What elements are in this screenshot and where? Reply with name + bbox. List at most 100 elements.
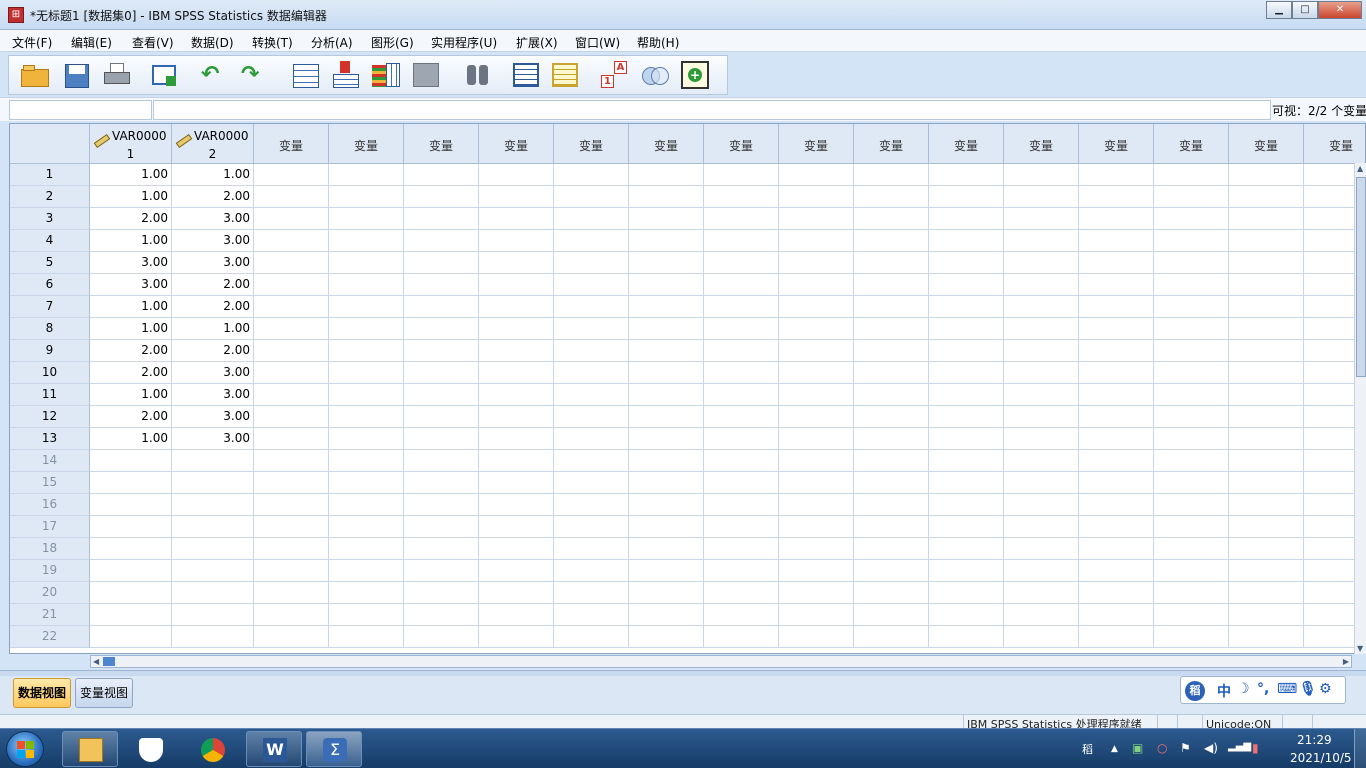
data-cell[interactable] [254,538,329,560]
data-cell[interactable] [254,230,329,252]
data-cell[interactable] [254,296,329,318]
data-cell[interactable] [629,582,704,604]
data-cell[interactable] [404,516,479,538]
clock-date[interactable]: 2021/10/5 [1290,751,1352,765]
tab-data-view[interactable]: 数据视图 [13,678,72,708]
data-cell[interactable] [404,538,479,560]
data-cell[interactable] [1229,428,1304,450]
data-cell[interactable] [854,186,929,208]
data-cell[interactable]: 1.00 [90,384,172,406]
data-cell[interactable] [779,274,854,296]
data-cell[interactable] [704,450,779,472]
data-cell[interactable] [704,538,779,560]
spss-table-icon[interactable]: ⊞ [8,7,24,23]
data-cell[interactable] [929,582,1004,604]
moon-icon[interactable]: ☽ [1237,681,1250,697]
data-cell[interactable] [254,604,329,626]
data-cell[interactable] [1154,626,1229,648]
data-cell[interactable] [554,428,629,450]
data-cell[interactable] [479,362,554,384]
row-header[interactable]: 17 [10,516,90,538]
data-cell[interactable] [1004,494,1079,516]
data-cell[interactable] [1079,252,1154,274]
data-cell[interactable] [929,274,1004,296]
horizontal-scroll-thumb[interactable] [103,657,115,666]
menu-file[interactable]: 文件(F) [12,34,52,51]
sync-icon[interactable]: ○ [1157,741,1167,755]
data-cell[interactable]: 1.00 [172,164,254,186]
data-cell[interactable] [854,472,929,494]
menu-graphs[interactable]: 图形(G) [371,34,414,51]
data-cell[interactable] [404,230,479,252]
data-cell[interactable] [404,626,479,648]
grid-corner[interactable] [10,124,90,164]
data-cell[interactable] [854,252,929,274]
data-cell[interactable] [254,208,329,230]
data-cell[interactable] [254,164,329,186]
data-cell[interactable] [404,384,479,406]
data-cell[interactable] [1004,538,1079,560]
row-header[interactable]: 4 [10,230,90,252]
data-cell[interactable] [704,406,779,428]
data-cell[interactable] [1079,384,1154,406]
data-cell[interactable] [629,340,704,362]
data-cell[interactable] [1079,604,1154,626]
data-cell[interactable] [854,164,929,186]
data-cell[interactable] [404,164,479,186]
data-cell[interactable] [554,252,629,274]
data-cell[interactable] [1229,582,1304,604]
data-cell[interactable] [90,560,172,582]
data-cell[interactable] [404,186,479,208]
data-cell[interactable] [1004,406,1079,428]
data-cell[interactable] [90,604,172,626]
data-cell[interactable]: 3.00 [90,252,172,274]
data-cell[interactable] [1079,340,1154,362]
data-cell[interactable] [854,560,929,582]
data-cell[interactable] [404,362,479,384]
data-cell[interactable] [329,428,404,450]
data-cell[interactable] [704,186,779,208]
data-cell[interactable] [854,604,929,626]
data-cell[interactable] [404,406,479,428]
data-cell[interactable] [554,538,629,560]
data-cell[interactable] [929,450,1004,472]
column-header-empty[interactable]: 变量 [629,124,704,164]
data-cell[interactable] [704,384,779,406]
data-cell[interactable] [929,626,1004,648]
redo-icon[interactable]: ↷ [241,61,269,89]
data-cell[interactable] [329,538,404,560]
scroll-left-icon[interactable]: ◀ [93,657,99,666]
show-hidden-icon[interactable]: ▲ [1111,744,1118,754]
data-cell[interactable] [1004,516,1079,538]
row-header[interactable]: 1 [10,164,90,186]
data-cell[interactable] [479,428,554,450]
data-cell[interactable] [329,516,404,538]
data-cell[interactable]: 2.00 [90,406,172,428]
data-cell[interactable] [1229,274,1304,296]
data-cell[interactable]: 2.00 [90,362,172,384]
data-cell[interactable]: 2.00 [172,274,254,296]
data-cell[interactable] [929,340,1004,362]
data-cell[interactable] [779,604,854,626]
data-cell[interactable] [629,428,704,450]
data-cell[interactable] [1154,186,1229,208]
data-cell[interactable] [929,494,1004,516]
data-cell[interactable] [1229,362,1304,384]
data-cell[interactable] [929,604,1004,626]
data-cell[interactable] [779,362,854,384]
data-cell[interactable] [479,208,554,230]
data-cell[interactable] [779,538,854,560]
data-cell[interactable] [629,560,704,582]
undo-icon[interactable]: ↶ [201,61,229,89]
data-cell[interactable] [929,164,1004,186]
data-cell[interactable] [1079,318,1154,340]
data-cell[interactable] [554,296,629,318]
menu-transform[interactable]: 转换(T) [252,34,293,51]
taskbar-chrome[interactable] [184,731,240,767]
data-cell[interactable] [704,164,779,186]
taskbar-foxmail[interactable] [122,731,178,767]
data-cell[interactable] [554,318,629,340]
vertical-scroll-thumb[interactable] [1356,177,1366,377]
data-cell[interactable] [329,274,404,296]
data-cell[interactable] [329,362,404,384]
